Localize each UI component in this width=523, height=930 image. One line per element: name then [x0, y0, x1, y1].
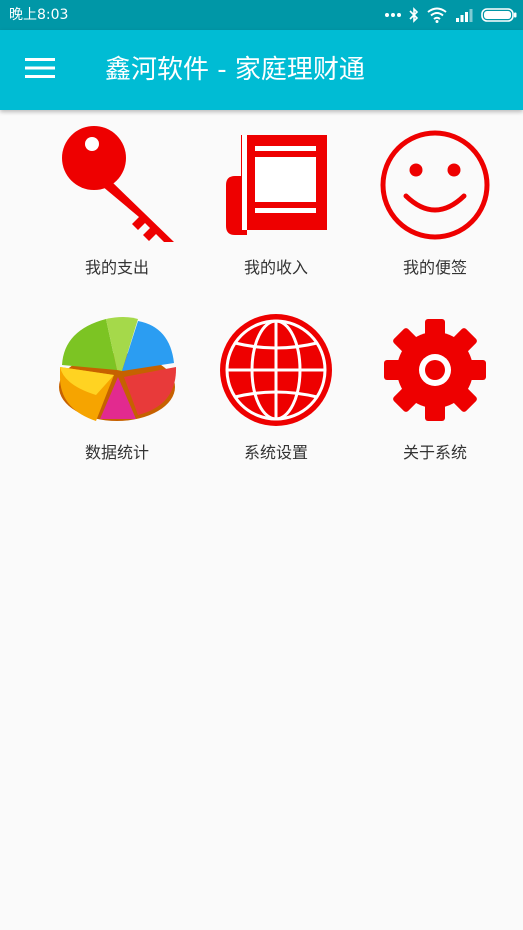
status-bar: 晚上8:03	[0, 0, 523, 30]
gear-icon	[370, 305, 500, 435]
tile-label: 系统设置	[243, 443, 308, 462]
tile-my-expenses[interactable]: 我的支出	[37, 110, 197, 290]
smiley-icon	[370, 120, 500, 250]
ledger-icon	[211, 120, 341, 250]
tile-my-income[interactable]: 我的收入	[196, 110, 356, 290]
tile-label: 我的便签	[402, 258, 467, 277]
hamburger-menu-icon	[25, 57, 55, 83]
tile-system-settings[interactable]: 系统设置	[196, 295, 356, 475]
tile-label: 关于系统	[402, 443, 467, 462]
bluetooth-icon	[409, 7, 419, 23]
battery-icon	[481, 8, 517, 22]
more-dots-icon	[385, 12, 401, 18]
tile-label: 我的收入	[243, 258, 308, 277]
tile-label: 数据统计	[84, 443, 149, 462]
status-time: 晚上8:03	[9, 7, 69, 23]
wifi-icon	[427, 7, 447, 23]
pie-chart-icon	[52, 305, 182, 435]
globe-icon	[211, 305, 341, 435]
tile-my-notes[interactable]: 我的便签	[355, 110, 515, 290]
app-bar: 鑫河软件 - 家庭理财通	[0, 30, 523, 110]
menu-button[interactable]	[16, 50, 64, 90]
tile-statistics[interactable]: 数据统计	[37, 295, 197, 475]
signal-icon	[455, 8, 473, 22]
tile-about-system[interactable]: 关于系统	[355, 295, 515, 475]
tile-label: 我的支出	[84, 258, 149, 277]
status-icons	[385, 7, 517, 23]
key-icon	[52, 120, 182, 250]
app-title: 鑫河软件 - 家庭理财通	[105, 55, 365, 85]
